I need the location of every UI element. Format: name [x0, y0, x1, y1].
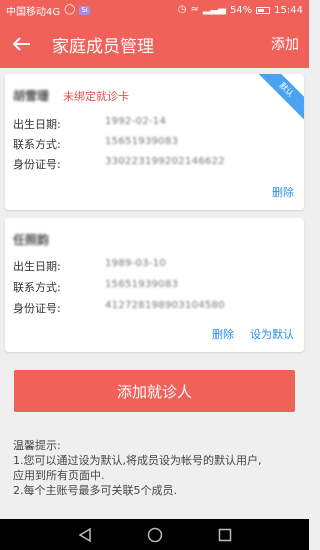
app-badge: Si [79, 5, 90, 15]
page-title: 家庭成员管理 [52, 36, 154, 57]
tips-line: 1.您可以通过设为默认,将成员设为帐号的默认用户, [13, 454, 262, 467]
birthdate-row: 出生日期: 1992-02-14 [13, 116, 166, 132]
field-value: 412728198903104580 [105, 300, 225, 311]
field-value: 15651939083 [105, 279, 179, 290]
add-patient-button[interactable]: 添加就诊人 [14, 370, 295, 412]
field-label: 联系方式: [13, 281, 61, 294]
card-actions: 删除 [272, 184, 294, 200]
delete-button[interactable]: 删除 [212, 326, 234, 342]
set-default-button[interactable]: 设为默认 [250, 326, 294, 342]
field-value: 15651939083 [105, 136, 179, 147]
field-label: 身份证号: [13, 302, 61, 315]
id-number-row: 身份证号: 412728198903104580 [13, 300, 225, 316]
unbound-card-warning: 未绑定就诊卡 [63, 90, 129, 103]
arrow-left-icon [13, 37, 30, 51]
battery-fill [258, 8, 264, 12]
recents-square-icon[interactable] [218, 528, 232, 542]
field-label: 联系方式: [13, 138, 61, 151]
tips-line: 应用到所有页面中. [13, 469, 105, 482]
id-number-row: 身份证号: 330223199202146622 [13, 156, 225, 172]
back-button[interactable] [0, 20, 44, 68]
member-card[interactable]: 默认 胡雪珊 未绑定就诊卡 出生日期: 1992-02-14 联系方式: 156… [5, 74, 304, 210]
tips-section: 温馨提示: 1.您可以通过设为默认,将成员设为帐号的默认用户, 应用到所有页面中… [13, 438, 298, 498]
home-circle-icon[interactable] [147, 527, 163, 543]
field-value: 1992-02-14 [105, 116, 167, 127]
shield-icon: ◯ [64, 4, 76, 15]
battery-icon [256, 6, 271, 14]
birthdate-row: 出生日期: 1989-03-10 [13, 258, 166, 274]
field-value: 1989-03-10 [105, 258, 167, 269]
card-actions: 删除 设为默认 [212, 326, 294, 342]
field-label: 出生日期: [13, 118, 61, 131]
add-member-button[interactable]: 添加 [271, 34, 299, 54]
signal-icon: ▂▃▄ [202, 4, 226, 15]
field-label: 出生日期: [13, 260, 61, 273]
status-bar: 中国移动4G ◯ Si ◷ ≈ ▂▃▄ 54% 15:44 [0, 0, 309, 20]
member-name: 任照韵 [13, 233, 50, 247]
tips-line: 2.每个主账号最多可关联5个成员. [13, 484, 177, 497]
app-header: 家庭成员管理 添加 [0, 20, 309, 68]
battery-percent: 54% [229, 4, 253, 16]
field-value: 330223199202146622 [105, 156, 225, 167]
contact-row: 联系方式: 15651939083 [13, 136, 178, 152]
system-nav-bar [0, 519, 309, 550]
field-label: 身份证号: [13, 158, 61, 171]
contact-row: 联系方式: 15651939083 [13, 279, 178, 295]
default-ribbon: 默认 [252, 74, 304, 124]
member-name: 胡雪珊 [13, 89, 50, 103]
wifi-icon: ≈ [190, 4, 199, 15]
tips-title: 温馨提示: [13, 439, 61, 452]
carrier-label: 中国移动4G [6, 6, 61, 18]
member-card[interactable]: 任照韵 出生日期: 1989-03-10 联系方式: 15651939083 身… [5, 218, 304, 352]
delete-button[interactable]: 删除 [272, 184, 294, 200]
back-triangle-icon[interactable] [78, 527, 92, 542]
clock: 15:44 [274, 4, 303, 16]
alarm-icon: ◷ [177, 4, 187, 15]
